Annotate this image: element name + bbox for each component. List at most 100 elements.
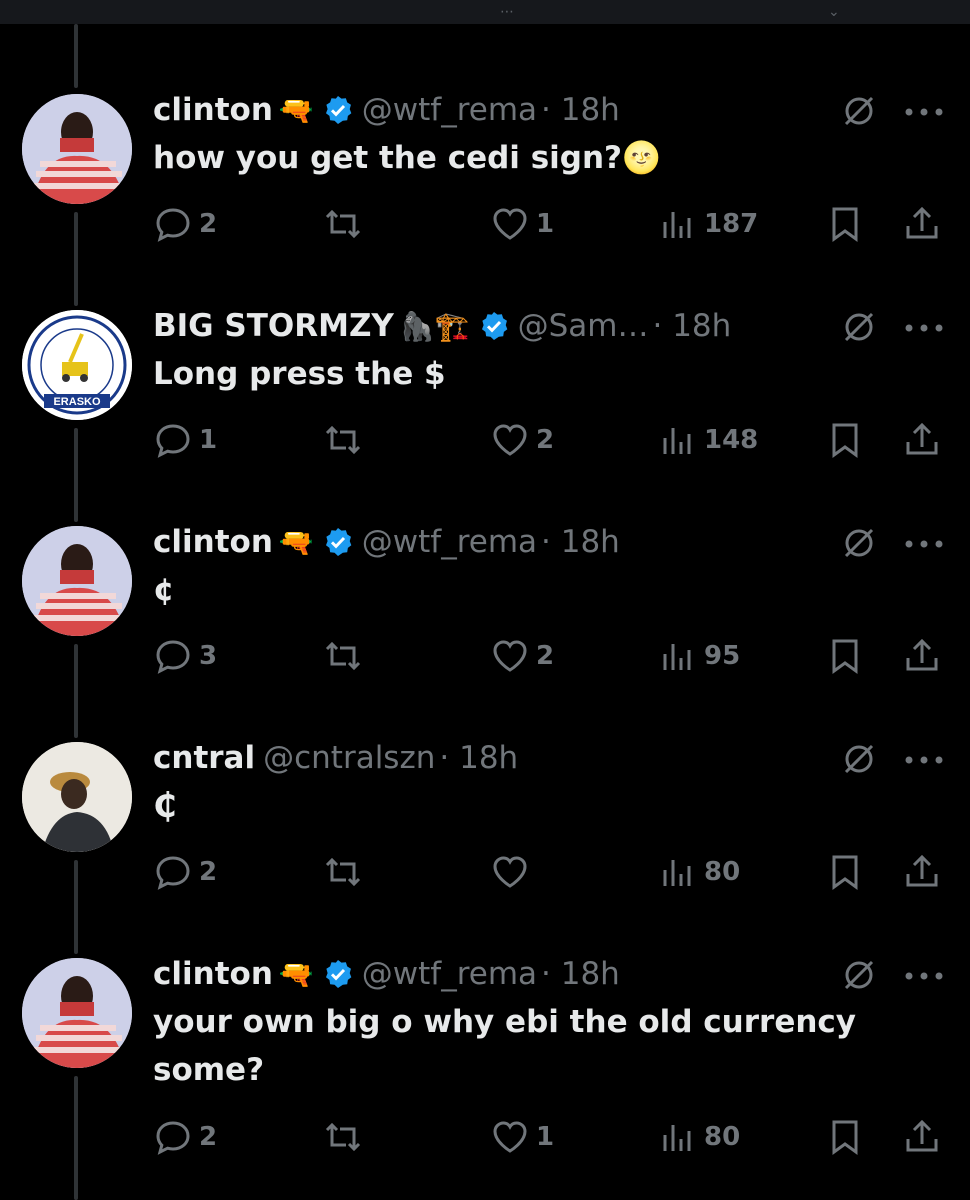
handle[interactable]: @Sam… xyxy=(518,308,649,344)
share-button[interactable] xyxy=(902,1117,942,1157)
repost-button[interactable] xyxy=(323,204,369,244)
views-button[interactable]: 95 xyxy=(658,636,740,676)
view-count: 95 xyxy=(704,641,741,671)
tweet-header: clinton 🔫 @wtf_rema · 18h xyxy=(153,90,620,130)
tweet[interactable]: clinton 🔫 @wtf_rema · 18h how you get th… xyxy=(0,90,970,306)
view-count: 148 xyxy=(704,425,759,455)
tweet-text: ¢ xyxy=(153,572,175,608)
verified-badge-icon[interactable] xyxy=(478,310,510,342)
repost-icon xyxy=(325,641,361,671)
grok-icon[interactable] xyxy=(842,310,876,344)
share-button[interactable] xyxy=(902,420,942,460)
timestamp[interactable]: · 18h xyxy=(541,524,620,560)
like-button[interactable]: 2 xyxy=(490,420,554,460)
views-button[interactable]: 80 xyxy=(658,1117,740,1157)
clinton-avatar-image xyxy=(22,958,132,1068)
timestamp[interactable]: · 18h xyxy=(541,956,620,992)
views-button[interactable]: 187 xyxy=(658,204,758,244)
like-button[interactable]: 1 xyxy=(490,204,554,244)
grok-icon[interactable] xyxy=(842,958,876,992)
more-options-icon[interactable] xyxy=(905,756,943,764)
handle[interactable]: @cntralszn xyxy=(263,740,435,776)
like-button[interactable]: 1 xyxy=(490,1117,554,1157)
handle[interactable]: @wtf_rema xyxy=(362,92,537,128)
reply-button[interactable]: 3 xyxy=(153,636,217,676)
timestamp[interactable]: · 18h xyxy=(439,740,518,776)
share-button[interactable] xyxy=(902,852,942,892)
thread-connector xyxy=(74,212,78,306)
repost-button[interactable] xyxy=(323,420,369,460)
like-button[interactable]: 2 xyxy=(490,636,554,676)
more-options-icon[interactable] xyxy=(905,972,943,980)
share-icon xyxy=(906,854,938,887)
bookmark-button[interactable] xyxy=(825,636,865,676)
top-toolbar-remnant: ⋯ ⌄ xyxy=(0,0,970,24)
timestamp[interactable]: · 18h xyxy=(541,92,620,128)
views-button[interactable]: 80 xyxy=(658,852,740,892)
views-icon xyxy=(663,212,691,238)
avatar[interactable] xyxy=(22,526,132,636)
reply-icon xyxy=(156,208,190,242)
repost-button[interactable] xyxy=(323,852,369,892)
tweet-text: how you get the cedi sign?🌝 xyxy=(153,140,661,176)
like-count: 1 xyxy=(536,1122,555,1152)
name-emoji: 🦍🏗️ xyxy=(399,309,470,343)
more-options-icon[interactable] xyxy=(905,324,943,332)
share-button[interactable] xyxy=(902,636,942,676)
reply-button[interactable]: 2 xyxy=(153,1117,217,1157)
display-name[interactable]: clinton xyxy=(153,956,273,992)
avatar[interactable] xyxy=(22,94,132,204)
repost-icon xyxy=(325,209,361,239)
avatar[interactable] xyxy=(22,742,132,852)
tweet[interactable]: ERASKO BIG STORMZY 🦍🏗️ @Sam… · 18h Long … xyxy=(0,306,970,522)
avatar[interactable]: ERASKO xyxy=(22,310,132,420)
display-name[interactable]: clinton xyxy=(153,524,273,560)
handle[interactable]: @wtf_rema xyxy=(362,524,537,560)
timestamp[interactable]: · 18h xyxy=(652,308,731,344)
reply-button[interactable]: 2 xyxy=(153,204,217,244)
heart-icon xyxy=(493,1121,527,1153)
display-name[interactable]: cntral xyxy=(153,740,255,776)
verified-badge-icon[interactable] xyxy=(322,958,354,990)
bookmark-button[interactable] xyxy=(825,420,865,460)
view-count: 187 xyxy=(704,209,759,239)
tweet[interactable]: clinton 🔫 @wtf_rema · 18h your own big o… xyxy=(0,954,970,1200)
tweet[interactable]: cntral @cntralszn · 18h ₵ 2 80 xyxy=(0,738,970,954)
grok-icon[interactable] xyxy=(842,94,876,128)
display-name[interactable]: clinton xyxy=(153,92,273,128)
more-options-icon[interactable] xyxy=(905,540,943,548)
reply-button[interactable]: 2 xyxy=(153,852,217,892)
views-icon xyxy=(663,644,691,670)
bookmark-button[interactable] xyxy=(825,1117,865,1157)
reply-button[interactable]: 1 xyxy=(153,420,217,460)
verified-badge-icon[interactable] xyxy=(322,526,354,558)
clinton-avatar-image xyxy=(22,94,132,204)
views-button[interactable]: 148 xyxy=(658,420,758,460)
verified-badge-icon[interactable] xyxy=(322,94,354,126)
thread-connector xyxy=(74,428,78,522)
grok-icon[interactable] xyxy=(842,742,876,776)
cntral-avatar-image xyxy=(22,742,132,852)
tweet[interactable]: clinton 🔫 @wtf_rema · 18h ¢ 3 2 95 xyxy=(0,522,970,738)
avatar[interactable] xyxy=(22,958,132,1068)
repost-button[interactable] xyxy=(323,1117,369,1157)
handle[interactable]: @wtf_rema xyxy=(362,956,537,992)
name-emoji: 🔫 xyxy=(278,525,314,559)
bookmark-button[interactable] xyxy=(825,852,865,892)
reply-icon xyxy=(156,640,190,674)
bookmark-icon xyxy=(832,1120,858,1155)
reply-icon xyxy=(156,856,190,890)
like-button[interactable] xyxy=(490,852,536,892)
tweet-text: ₵ xyxy=(153,786,177,826)
grok-icon[interactable] xyxy=(842,526,876,560)
repost-button[interactable] xyxy=(323,636,369,676)
tweet-text: Long press the $ xyxy=(153,356,446,392)
tweet-header: BIG STORMZY 🦍🏗️ @Sam… · 18h xyxy=(153,306,731,346)
display-name[interactable]: BIG STORMZY xyxy=(153,308,394,344)
share-button[interactable] xyxy=(902,204,942,244)
reply-count: 2 xyxy=(199,1122,218,1152)
tweet-header: clinton 🔫 @wtf_rema · 18h xyxy=(153,522,620,562)
more-options-icon[interactable] xyxy=(905,108,943,116)
bookmark-button[interactable] xyxy=(825,204,865,244)
tweet-header: clinton 🔫 @wtf_rema · 18h xyxy=(153,954,620,994)
